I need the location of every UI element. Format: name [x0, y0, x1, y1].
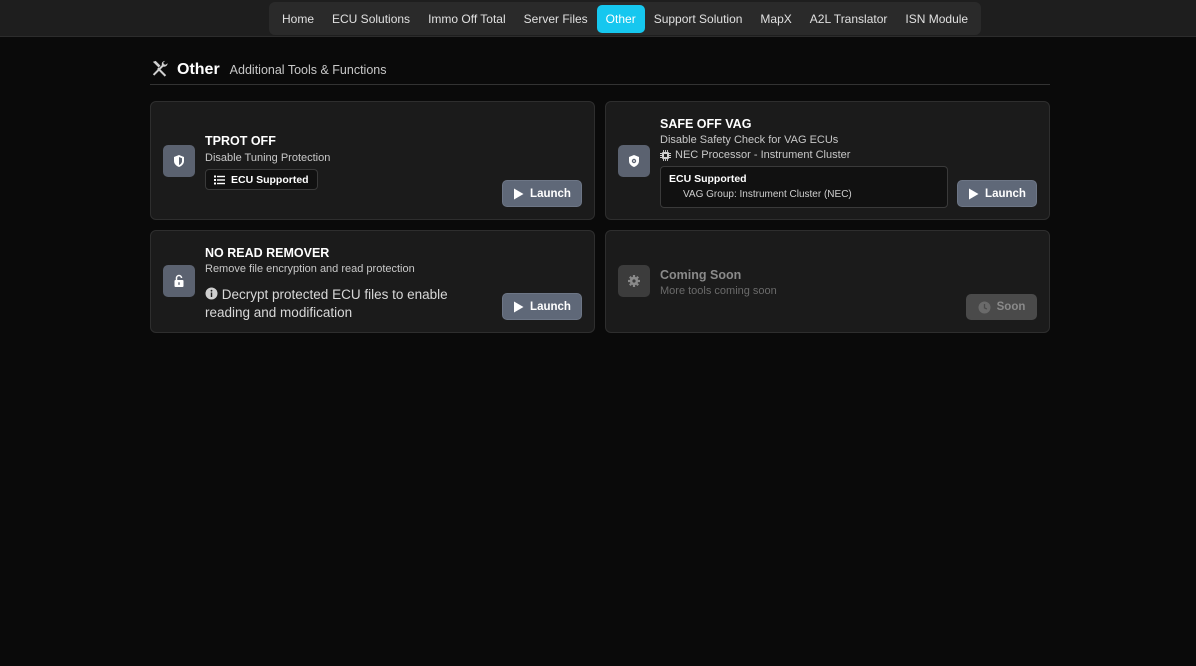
info-note: Decrypt protected ECU files to enable re…	[205, 286, 485, 322]
coming-soon-card: Coming Soon More tools coming soon Soon	[605, 230, 1050, 333]
launch-label: Launch	[530, 187, 571, 200]
ecu-support-box: ECU Supported VAG Group: Instrument Clus…	[660, 166, 948, 208]
card-title: Coming Soon	[660, 268, 742, 282]
processor-info: NEC Processor - Instrument Cluster	[660, 149, 850, 161]
ecu-supported-badge[interactable]: ECU Supported	[205, 169, 318, 190]
unlock-icon	[163, 265, 195, 297]
nav-mapx[interactable]: MapX	[751, 5, 800, 33]
gear-icon	[618, 265, 650, 297]
chip-icon	[660, 149, 671, 161]
card-title: TPROT OFF	[205, 134, 276, 148]
card-description: More tools coming soon	[660, 285, 777, 297]
launch-button[interactable]: Launch	[502, 293, 582, 320]
info-icon	[205, 287, 218, 300]
note-line-1: Decrypt protected ECU files to enable	[221, 287, 448, 302]
tools-icon	[152, 60, 168, 77]
card-description: Disable Safety Check for VAG ECUs	[660, 134, 839, 146]
play-icon	[514, 301, 524, 312]
nav-immo-off-total[interactable]: Immo Off Total	[419, 5, 515, 33]
list-icon	[214, 175, 225, 184]
nav-home[interactable]: Home	[273, 5, 323, 33]
shield-gear-icon	[618, 145, 650, 177]
tprot-off-card: TPROT OFF Disable Tuning Protection ECU …	[150, 101, 595, 220]
safe-off-vag-card: SAFE OFF VAG Disable Safety Check for VA…	[605, 101, 1050, 220]
section-subtitle: Additional Tools & Functions	[229, 62, 387, 77]
nav-server-files[interactable]: Server Files	[515, 5, 597, 33]
card-description: Remove file encryption and read protecti…	[205, 263, 415, 275]
launch-label: Launch	[985, 187, 1026, 200]
main-nav: Home ECU Solutions Immo Off Total Server…	[269, 2, 982, 35]
section-header: Other Additional Tools & Functions	[150, 55, 1050, 85]
section-title: Other	[177, 60, 220, 78]
soon-label: Soon	[996, 301, 1026, 313]
card-title: SAFE OFF VAG	[660, 117, 752, 131]
play-icon	[969, 188, 979, 199]
clock-icon	[978, 301, 991, 313]
nav-ecu-solutions[interactable]: ECU Solutions	[323, 5, 419, 33]
card-description: Disable Tuning Protection	[205, 152, 331, 164]
top-bar: Home ECU Solutions Immo Off Total Server…	[0, 0, 1196, 37]
shield-icon	[163, 145, 195, 177]
nav-a2l-translator[interactable]: A2L Translator	[801, 5, 897, 33]
launch-button[interactable]: Launch	[957, 180, 1037, 207]
support-heading: ECU Supported	[669, 173, 747, 185]
card-title: NO READ REMOVER	[205, 246, 330, 260]
nav-support-solution[interactable]: Support Solution	[645, 5, 752, 33]
nav-isn-module[interactable]: ISN Module	[896, 5, 977, 33]
launch-button[interactable]: Launch	[502, 180, 582, 207]
support-value: VAG Group: Instrument Cluster (NEC)	[683, 189, 852, 200]
play-icon	[514, 188, 524, 199]
nav-other[interactable]: Other	[596, 4, 645, 33]
note-line-2: reading and modification	[205, 305, 353, 320]
badge-label: ECU Supported	[231, 173, 309, 186]
launch-label: Launch	[530, 300, 571, 313]
processor-label: NEC Processor - Instrument Cluster	[675, 149, 851, 161]
no-read-remover-card: NO READ REMOVER Remove file encryption a…	[150, 230, 595, 333]
soon-button: Soon	[966, 294, 1037, 320]
